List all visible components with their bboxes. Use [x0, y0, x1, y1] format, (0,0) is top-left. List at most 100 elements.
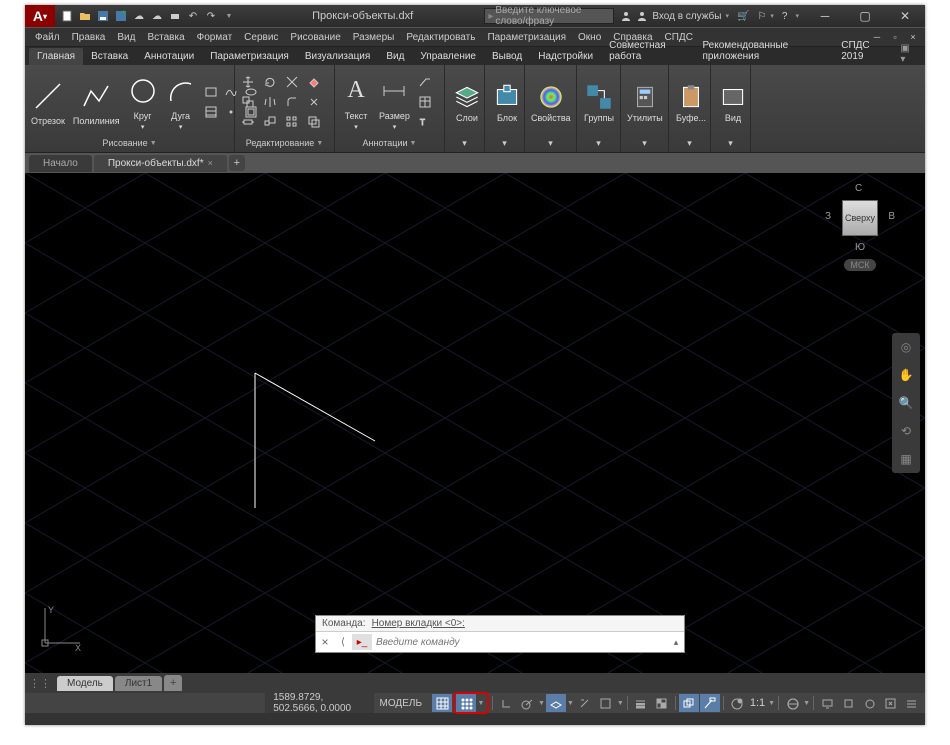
menu-view[interactable]: Вид [111, 29, 141, 46]
nav-zoom-icon[interactable]: 🔍 [892, 389, 920, 417]
view-expand[interactable]: ▾ [715, 136, 746, 150]
utils-expand[interactable]: ▾ [625, 136, 664, 150]
ribbon-options-icon[interactable]: ▣ ▾ [894, 43, 921, 65]
utilities-button[interactable]: Утилиты [625, 79, 665, 125]
ribbon-tab-output[interactable]: Вывод [484, 48, 530, 65]
line-button[interactable]: Отрезок [29, 76, 67, 128]
layout-grip-icon[interactable]: ⋮⋮ [29, 677, 51, 690]
login-button[interactable]: Вход в службы [652, 11, 721, 22]
nav-wheel-icon[interactable]: ◎ [892, 333, 920, 361]
viewcube-west[interactable]: З [825, 211, 831, 222]
menu-modify[interactable]: Редактировать [400, 29, 481, 46]
cmd-recent-icon[interactable]: ⟨ [334, 637, 352, 648]
ribbon-tab-spds[interactable]: СПДС 2019 [833, 37, 894, 65]
redo-icon[interactable]: ↷ [203, 8, 219, 24]
isodraft-button[interactable] [546, 694, 566, 712]
clipboard-button[interactable]: Буфе... [673, 79, 709, 125]
isolate-icon[interactable] [838, 694, 858, 712]
transparency-button[interactable] [652, 694, 672, 712]
ribbon-tab-collab[interactable]: Совместная работа [601, 37, 694, 65]
file-tab-active[interactable]: Прокси-объекты.dxf*× [94, 155, 227, 172]
annotation-monitor-icon[interactable] [817, 694, 837, 712]
search-input[interactable]: ▸ Введите ключевое слово/фразу [484, 8, 614, 24]
viewcube-north[interactable]: С [855, 183, 862, 194]
file-tab-start[interactable]: Начало [29, 155, 92, 172]
erase-icon[interactable] [305, 73, 323, 91]
menu-dimensions[interactable]: Размеры [347, 29, 401, 46]
save-icon[interactable] [95, 8, 111, 24]
undo-icon[interactable]: ↶ [185, 8, 201, 24]
cart-icon[interactable]: 🛒 [737, 11, 749, 22]
cmd-close-icon[interactable]: × [316, 635, 334, 649]
mtext-icon[interactable]: T [416, 113, 434, 131]
plot-icon[interactable] [167, 8, 183, 24]
status-model-button[interactable]: МОДЕЛЬ [374, 698, 428, 709]
view-button[interactable]: Вид [715, 79, 751, 125]
ribbon-tab-home[interactable]: Главная [29, 48, 83, 65]
command-window[interactable]: Команда: Номер вкладки <0>: × ⟨ ▸_ ▴ [315, 615, 685, 653]
array-icon[interactable] [283, 113, 301, 131]
ribbon-tab-manage[interactable]: Управление [412, 48, 484, 65]
props-expand[interactable]: ▾ [529, 136, 572, 150]
ribbon-tab-addins[interactable]: Надстройки [530, 48, 601, 65]
properties-button[interactable]: Свойства [529, 79, 573, 125]
file-tab-add-button[interactable]: + [229, 155, 245, 171]
customize-icon[interactable] [901, 694, 921, 712]
share-icon[interactable]: ⚐ [757, 11, 766, 22]
file-tab-close-icon[interactable]: × [208, 158, 213, 168]
command-input[interactable] [372, 637, 668, 648]
leader-icon[interactable] [416, 73, 434, 91]
menu-format[interactable]: Формат [191, 29, 239, 46]
open-icon[interactable] [77, 8, 93, 24]
layers-button[interactable]: Слои [449, 79, 485, 125]
autosnap-button[interactable] [575, 694, 595, 712]
ribbon-tab-featured[interactable]: Рекомендованные приложения [694, 37, 833, 65]
block-expand[interactable]: ▾ [489, 136, 520, 150]
snap-dropdown-button[interactable]: ▼ [476, 694, 486, 712]
menu-edit[interactable]: Правка [66, 29, 112, 46]
nav-showmotion-icon[interactable]: ▦ [892, 445, 920, 473]
maximize-button[interactable]: ▢ [845, 5, 885, 27]
layout-tab-sheet1[interactable]: Лист1 [115, 676, 162, 691]
app-logo[interactable]: A ▾ [25, 5, 55, 27]
text-button[interactable]: A Текст▾ [339, 71, 373, 133]
viewcube-east[interactable]: В [888, 211, 895, 222]
status-coordinates[interactable]: 1589.8729, 502.5666, 0.0000 [265, 693, 373, 713]
layers-expand[interactable]: ▾ [449, 136, 480, 150]
ribbon-tab-view[interactable]: Вид [378, 48, 412, 65]
arc-button[interactable]: Дуга▾ [164, 71, 198, 133]
circle-button[interactable]: Круг▾ [126, 71, 160, 133]
hatch-icon[interactable] [202, 103, 220, 121]
scale-icon[interactable] [261, 113, 279, 131]
nav-pan-icon[interactable]: ✋ [892, 361, 920, 389]
layout-tab-model[interactable]: Модель [57, 676, 113, 691]
cloud-open-icon[interactable]: ☁ [131, 8, 147, 24]
menu-file[interactable]: Файл [29, 29, 66, 46]
osnap-button[interactable] [596, 694, 616, 712]
cloud-save-icon[interactable]: ☁ [149, 8, 165, 24]
rect-icon[interactable] [202, 83, 220, 101]
menu-service[interactable]: Сервис [238, 29, 284, 46]
grid-display-button[interactable] [432, 694, 452, 712]
viewcube-top-face[interactable]: Сверху [842, 200, 878, 236]
nav-orbit-icon[interactable]: ⟲ [892, 417, 920, 445]
polar-button[interactable] [517, 694, 537, 712]
doc-close-button[interactable]: × [905, 30, 921, 44]
menu-draw[interactable]: Рисование [284, 29, 346, 46]
saveas-icon[interactable] [113, 8, 129, 24]
clean-screen-icon[interactable] [880, 694, 900, 712]
layout-tab-add-button[interactable]: + [164, 675, 182, 691]
explode-icon[interactable] [305, 93, 323, 111]
selection-cycle-button[interactable] [679, 694, 699, 712]
viewcube-south[interactable]: Ю [855, 242, 865, 253]
new-icon[interactable] [59, 8, 75, 24]
stretch-icon[interactable] [239, 113, 257, 131]
ribbon-tab-insert[interactable]: Вставка [83, 48, 136, 65]
login-dropdown[interactable]: ▾ [725, 12, 729, 20]
polyline-button[interactable]: Полилиния [71, 76, 122, 128]
annotate-scale-icon[interactable] [727, 694, 747, 712]
trim-icon[interactable] [283, 73, 301, 91]
help-icon[interactable]: ? [782, 11, 788, 22]
groups-expand[interactable]: ▾ [581, 136, 616, 150]
dynamic-input-button[interactable] [700, 694, 720, 712]
